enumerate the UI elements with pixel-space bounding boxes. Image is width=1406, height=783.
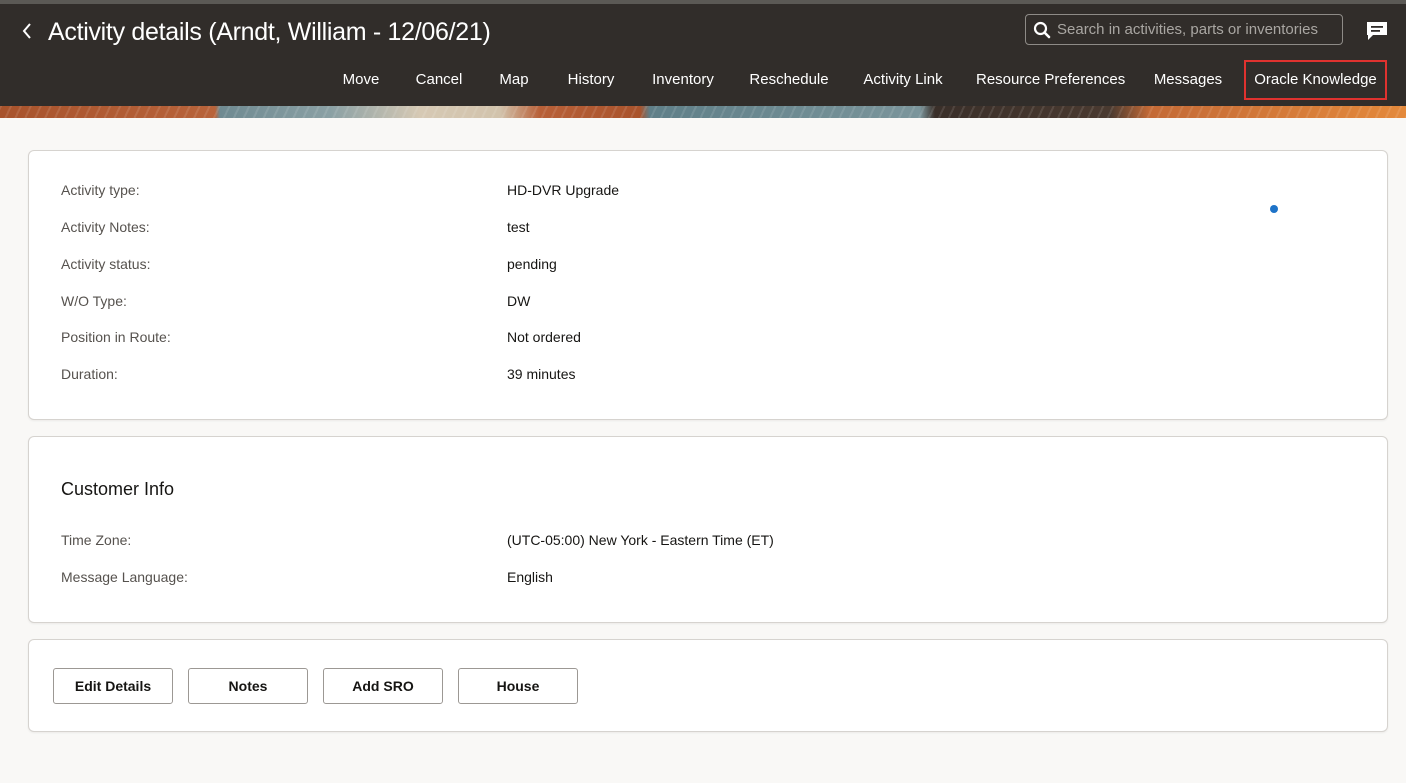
notes-button[interactable]: Notes [188,668,308,704]
nav-history[interactable]: History [560,60,622,100]
nav-oracle-knowledge[interactable]: Oracle Knowledge [1244,60,1387,100]
field-label: Time Zone: [61,532,132,548]
section-title: Customer Info [61,479,175,499]
search-icon [1033,21,1051,38]
field-label: Activity type: [61,182,140,198]
field-value: DW [507,293,531,309]
search-box[interactable] [1025,14,1343,45]
chevron-left-icon [22,23,31,39]
nav-move[interactable]: Move [336,60,386,100]
field-message-language: Message Language: English [61,569,553,585]
decorative-banner [0,106,1406,118]
chat-button[interactable] [1365,20,1389,42]
add-sro-button[interactable]: Add SRO [323,668,443,704]
field-activity-status: Activity status: pending [61,256,557,272]
house-button[interactable]: House [458,668,578,704]
field-value: pending [507,256,557,272]
field-position-in-route: Position in Route: Not ordered [61,329,581,345]
field-value: 39 minutes [507,366,576,382]
nav-reschedule[interactable]: Reschedule [747,60,831,100]
actions-card: Edit Details Notes Add SRO House [28,639,1388,732]
search-input[interactable] [1057,21,1337,38]
activity-info-card: Activity type: HD-DVR Upgrade Activity N… [28,150,1388,420]
field-time-zone: Time Zone: (UTC-05:00) New York - Easter… [61,532,774,548]
page-title: Activity details (Arndt, William - 12/06… [48,18,491,46]
field-activity-notes: Activity Notes: test [61,219,530,235]
nav-map[interactable]: Map [494,60,534,100]
edit-details-button[interactable]: Edit Details [53,668,173,704]
field-label: Position in Route: [61,329,171,345]
action-navbar: Move Cancel Map History Inventory Resche… [0,56,1406,102]
field-value: HD-DVR Upgrade [507,182,620,198]
field-label: Activity status: [61,256,151,272]
nav-cancel[interactable]: Cancel [412,60,466,100]
field-activity-type: Activity type: HD-DVR Upgrade [61,182,619,198]
nav-inventory[interactable]: Inventory [648,60,718,100]
field-label: Message Language: [61,569,188,585]
nav-activity-link[interactable]: Activity Link [858,60,948,100]
field-wo-type: W/O Type: DW [61,293,530,309]
field-label: Activity Notes: [61,219,150,235]
field-label: Duration: [61,366,118,382]
field-label: W/O Type: [61,293,127,309]
field-value: test [507,219,530,235]
field-duration: Duration: 39 minutes [61,366,575,382]
field-value: (UTC-05:00) New York - Eastern Time (ET) [507,532,774,548]
back-button[interactable] [14,16,40,46]
status-indicator-dot [1270,205,1278,213]
chat-bubble-icon [1367,22,1387,40]
field-value: Not ordered [507,329,581,345]
nav-messages[interactable]: Messages [1150,60,1226,100]
app-header: Activity details (Arndt, William - 12/06… [0,4,1406,106]
nav-resource-preferences[interactable]: Resource Preferences [976,60,1125,100]
field-value: English [507,569,553,585]
customer-info-card: Customer Info Time Zone: (UTC-05:00) New… [28,436,1388,623]
